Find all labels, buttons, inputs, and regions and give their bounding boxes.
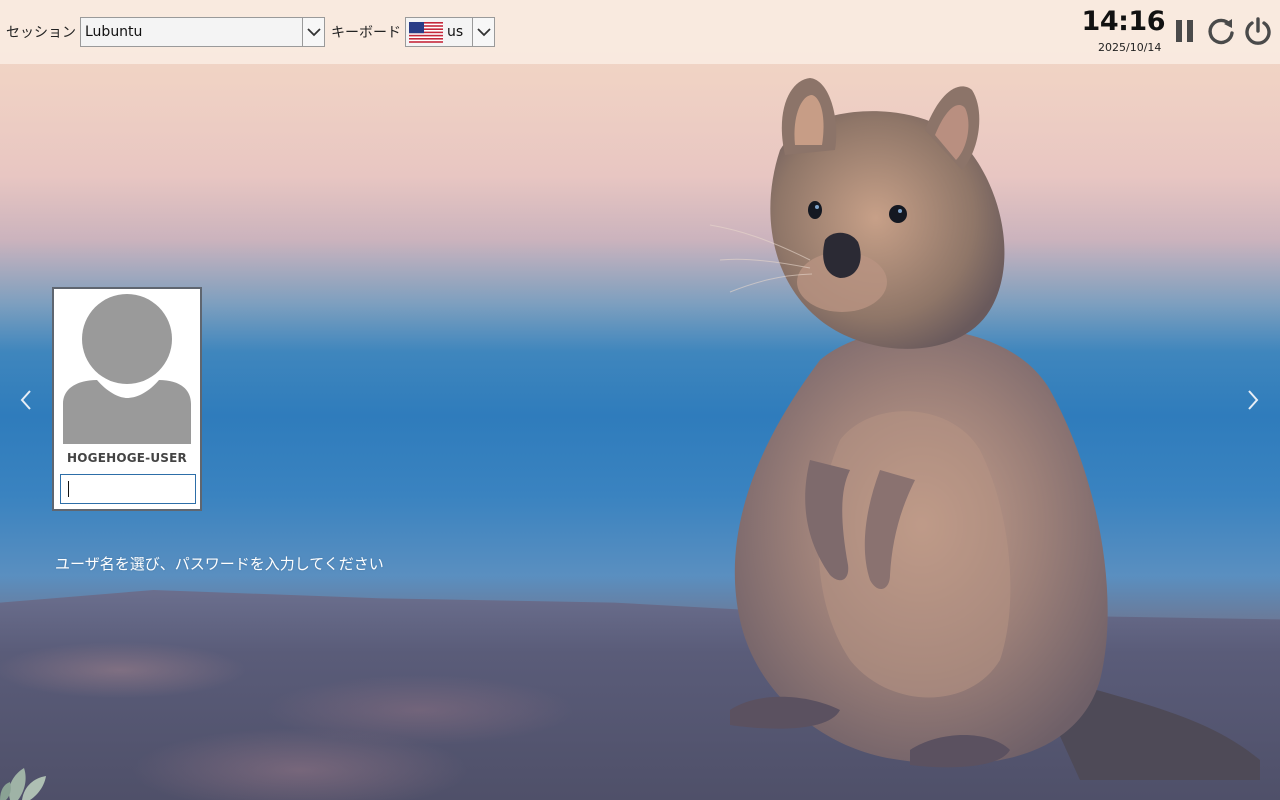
user-avatar-icon (63, 294, 191, 444)
keyboard-layout-select[interactable]: us (405, 17, 495, 47)
chevron-left-icon (20, 390, 31, 410)
keyboard-label: キーボード (331, 25, 401, 41)
next-user-button[interactable] (1241, 386, 1265, 414)
clock-date: 2025/10/14 (1098, 41, 1162, 54)
chevron-right-icon (1248, 390, 1259, 410)
clock-time: 14:16 (1081, 6, 1166, 37)
session-label: セッション (6, 25, 76, 41)
password-input[interactable] (60, 474, 196, 504)
chevron-down-icon[interactable] (302, 18, 324, 46)
restart-icon (1208, 18, 1234, 45)
us-flag-icon (409, 22, 443, 47)
session-select[interactable]: Lubuntu (80, 17, 325, 47)
quokka-wallpaper-image (709, 78, 1260, 780)
suspend-button[interactable] (1168, 14, 1202, 48)
power-icon (1245, 17, 1271, 45)
username-label: HOGEHOGE-USER (67, 451, 187, 465)
login-prompt-message: ユーザ名を選び、パスワードを入力してください (55, 555, 384, 573)
plant-decoration (0, 768, 46, 800)
pause-icon (1176, 20, 1193, 42)
text-caret (68, 481, 69, 497)
top-bar: セッション Lubuntu キーボード us 14:16 2025/10/14 (0, 0, 1280, 64)
login-screen: セッション Lubuntu キーボード us 14:16 2025/10/14 … (0, 0, 1280, 800)
restart-button[interactable] (1204, 14, 1238, 48)
previous-user-button[interactable] (14, 386, 38, 414)
power-button[interactable] (1241, 14, 1275, 48)
session-select-value: Lubuntu (85, 24, 143, 40)
chevron-down-icon[interactable] (472, 18, 494, 46)
user-card[interactable]: HOGEHOGE-USER (52, 287, 202, 511)
keyboard-select-value: us (447, 24, 464, 40)
